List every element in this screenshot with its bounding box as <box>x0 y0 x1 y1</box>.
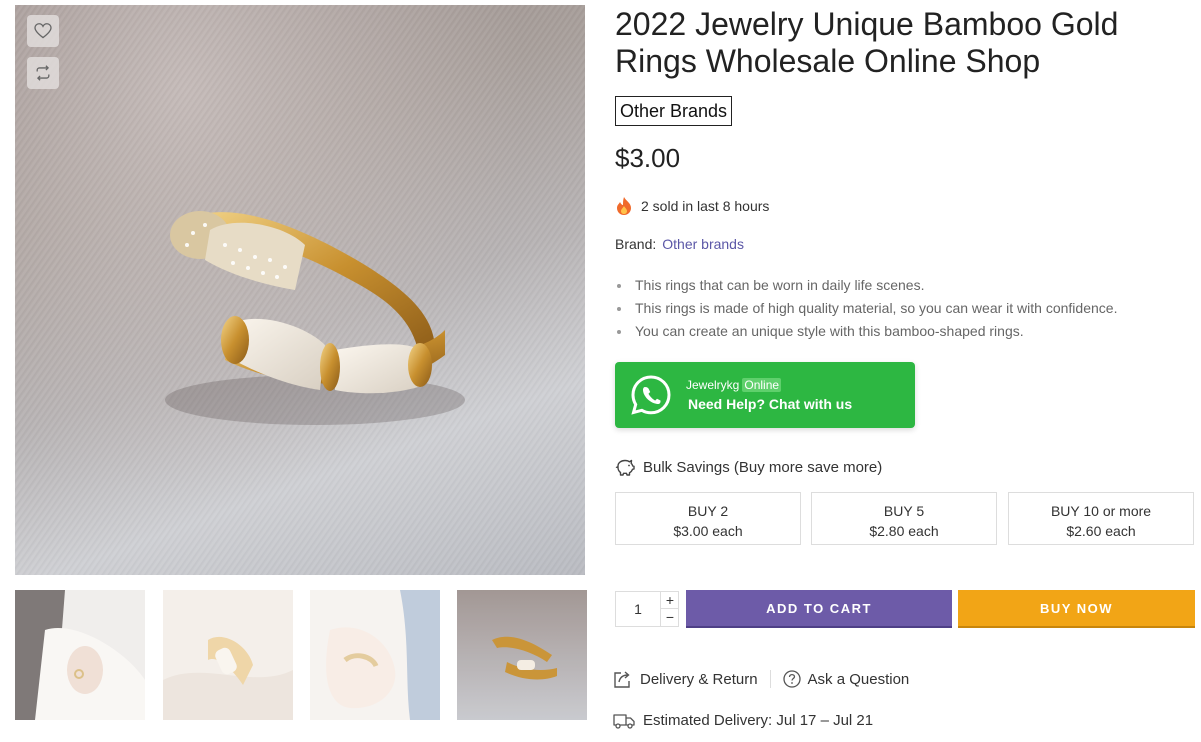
thumbnail-overlay <box>163 590 293 720</box>
question-circle-icon <box>782 670 801 688</box>
whatsapp-help-text: Need Help? Chat with us <box>688 396 853 412</box>
brand-badge[interactable]: Other Brands <box>615 96 733 126</box>
bulk-tier-5[interactable]: BUY 5 $2.80 each <box>811 492 997 545</box>
thumbnail-overlay <box>310 590 440 720</box>
tier-quantity: BUY 2 <box>687 503 729 519</box>
truck-icon <box>613 713 635 729</box>
tier-quantity: BUY 5 <box>883 503 925 519</box>
fire-icon <box>617 197 631 215</box>
bulk-tier-2[interactable]: BUY 2 $3.00 each <box>615 492 801 545</box>
thumbnail-1[interactable] <box>15 590 145 720</box>
sold-text: 2 sold in last 8 hours <box>641 198 770 214</box>
whatsapp-account: Jewelrykg Online <box>686 378 782 392</box>
quantity-increase-button[interactable]: + <box>660 592 679 609</box>
heart-icon <box>34 23 52 39</box>
whatsapp-icon <box>631 375 671 415</box>
quantity-input[interactable] <box>616 592 660 626</box>
thumbnail-4[interactable] <box>457 590 587 720</box>
whatsapp-chat-button[interactable]: Jewelrykg Online Need Help? Chat with us <box>615 362 915 428</box>
buy-now-button[interactable]: BUY NOW <box>958 590 1195 628</box>
bulk-savings-heading: Bulk Savings (Buy more save more) <box>615 458 882 476</box>
wishlist-button[interactable] <box>27 15 59 47</box>
quantity-stepper: + − <box>615 591 679 627</box>
sold-counter: 2 sold in last 8 hours <box>615 196 769 216</box>
delivery-return-link[interactable]: Delivery & Return <box>613 670 758 688</box>
tier-quantity: BUY 10 or more <box>1050 503 1152 519</box>
feature-item: This rings that can be worn in daily lif… <box>615 274 1195 297</box>
product-title: 2022 Jewelry Unique Bamboo Gold Rings Wh… <box>615 6 1119 79</box>
ask-question-link[interactable]: Ask a Question <box>782 670 910 688</box>
product-links: Delivery & Return Ask a Question <box>613 670 909 688</box>
thumbnail-3[interactable] <box>310 590 440 720</box>
delivery-return-label: Delivery & Return <box>640 670 758 688</box>
estimated-delivery-text: Estimated Delivery: Jul 17 – Jul 21 <box>643 712 874 729</box>
share-box-icon <box>614 671 630 688</box>
thumbnail-overlay <box>457 590 587 720</box>
link-divider <box>769 670 771 688</box>
bulk-savings-title: Bulk Savings (Buy more save more) <box>643 458 883 476</box>
piggy-bank-icon <box>615 459 635 476</box>
thumbnail-overlay <box>15 590 145 720</box>
tier-price: $3.00 each <box>673 523 743 539</box>
whatsapp-name: Jewelrykg <box>686 378 740 392</box>
brand-label: Brand: <box>615 236 657 252</box>
main-product-image[interactable] <box>15 5 585 575</box>
brand-row: Brand: Other brands <box>615 236 744 252</box>
thumbnail-2[interactable] <box>163 590 293 720</box>
bulk-tier-10[interactable]: BUY 10 or more $2.60 each <box>1008 492 1194 545</box>
compare-icon <box>36 65 50 81</box>
tier-price: $2.60 each <box>1066 523 1136 539</box>
tier-price: $2.80 each <box>869 523 939 539</box>
online-status: Online <box>742 378 782 392</box>
thumbnail-strip <box>15 590 587 720</box>
estimated-delivery: Estimated Delivery: Jul 17 – Jul 21 <box>613 712 873 729</box>
compare-button[interactable] <box>27 57 59 89</box>
product-price: $3.00 <box>615 143 681 173</box>
ask-question-label: Ask a Question <box>807 670 910 688</box>
feature-item: This rings is made of high quality mater… <box>615 297 1195 320</box>
feature-list: This rings that can be worn in daily lif… <box>615 274 1195 343</box>
feature-item: You can create an unique style with this… <box>615 320 1195 343</box>
add-to-cart-button[interactable]: ADD TO CART <box>686 590 952 628</box>
brand-link[interactable]: Other brands <box>662 236 744 252</box>
ring-illustration <box>165 211 465 425</box>
quantity-decrease-button[interactable]: − <box>660 609 679 626</box>
